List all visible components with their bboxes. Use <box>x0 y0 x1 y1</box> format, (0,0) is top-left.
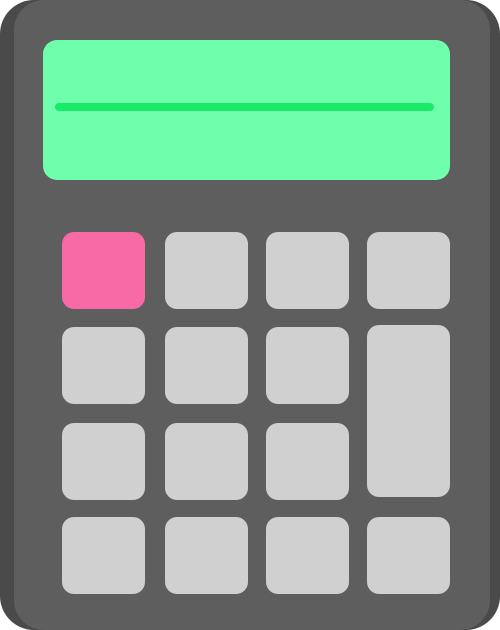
calculator-icon <box>0 0 500 630</box>
calculator-key[interactable] <box>165 327 248 404</box>
calculator-key[interactable] <box>62 327 145 404</box>
calculator-key[interactable] <box>165 517 248 594</box>
tall-calculator-key[interactable] <box>367 325 450 497</box>
calculator-key[interactable] <box>266 423 349 500</box>
calculator-key[interactable] <box>165 232 248 309</box>
calculator-key[interactable] <box>266 517 349 594</box>
display-readout-line <box>55 103 434 111</box>
clear-key[interactable] <box>62 232 145 309</box>
calculator-display <box>43 40 450 180</box>
calculator-key[interactable] <box>165 423 248 500</box>
calculator-key[interactable] <box>62 517 145 594</box>
calculator-key[interactable] <box>266 232 349 309</box>
calculator-key[interactable] <box>266 327 349 404</box>
calculator-key[interactable] <box>367 232 450 309</box>
calculator-key[interactable] <box>367 517 450 594</box>
calculator-key[interactable] <box>62 423 145 500</box>
